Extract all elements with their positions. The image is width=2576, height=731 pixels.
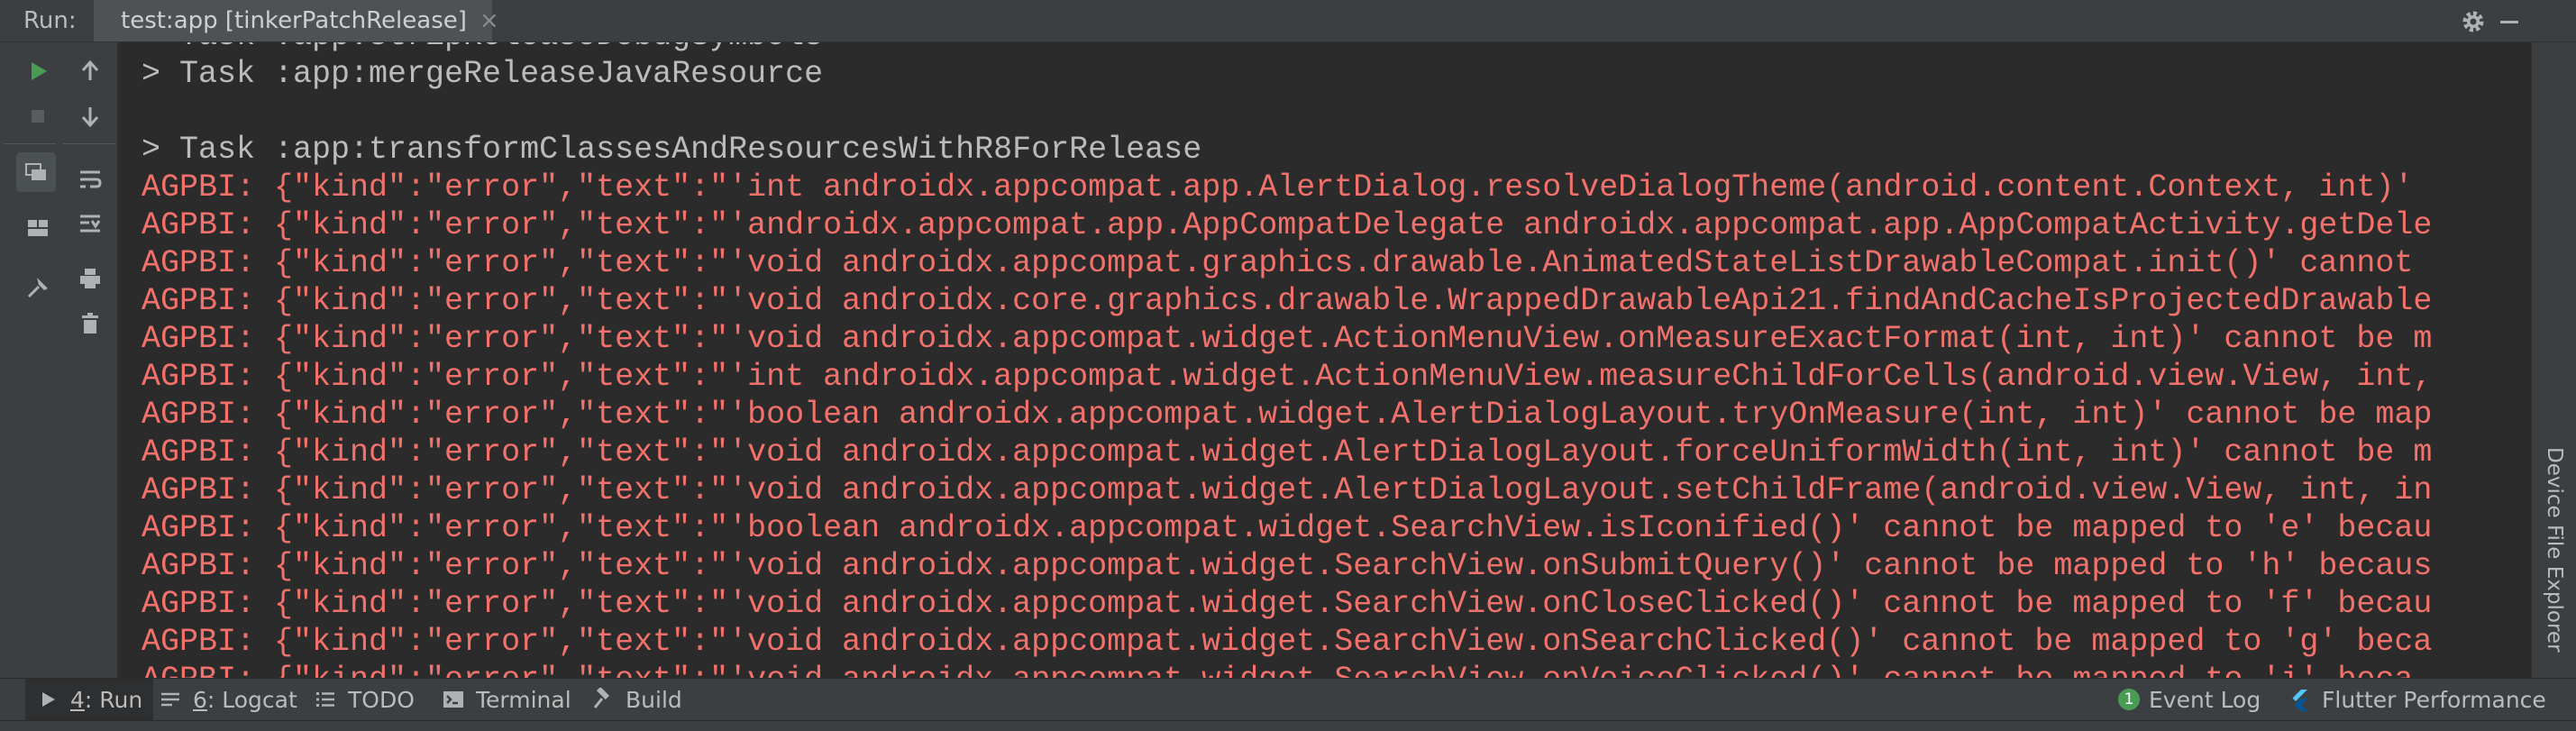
tab-todo-label: TODO: [348, 686, 415, 713]
run-toolbar: [0, 42, 118, 720]
console-error-line: AGPBI: {"kind":"error","text":"'void and…: [142, 586, 2433, 622]
tab-build[interactable]: Build: [591, 679, 682, 720]
trash-icon: [82, 313, 98, 334]
tab-flutter-performance[interactable]: Flutter Performance: [2288, 679, 2546, 720]
tab-event-log[interactable]: 1 Event Log: [2118, 679, 2261, 720]
gear-icon[interactable]: [2457, 5, 2489, 38]
list-icon: [316, 692, 334, 707]
pin-icon: [27, 278, 48, 298]
tab-event-log-label: Event Log: [2149, 686, 2261, 713]
run-button[interactable]: [18, 51, 58, 91]
console-task-line: > Task :app:stripReleaseDebugSymbols: [142, 42, 2432, 55]
scroll-up-button[interactable]: [70, 51, 110, 91]
console-error-line: AGPBI: {"kind":"error","text":"'int andr…: [142, 359, 2433, 395]
console-error-line: AGPBI: {"kind":"error","text":"'void and…: [142, 472, 2433, 508]
run-label: Run:: [23, 7, 77, 34]
scroll-down-icon: [81, 107, 99, 128]
run-config-title: test:app [tinkerPatchRelease]: [121, 7, 467, 34]
tab-logcat-mnemonic: 6: [193, 686, 207, 713]
tab-terminal[interactable]: Terminal: [442, 679, 571, 720]
flutter-icon: [2292, 690, 2307, 711]
console-output[interactable]: > Task :app:stripReleaseDebugSymbols> Ta…: [118, 42, 2530, 720]
run-tool-window-header: Run: test:app [tinkerPatchRelease] ×: [0, 0, 2576, 42]
clear-all-button[interactable]: [70, 304, 110, 343]
console-error-line: AGPBI: {"kind":"error","text":"'void and…: [142, 548, 2433, 584]
scroll-down-button[interactable]: [70, 96, 110, 136]
layout-button[interactable]: [18, 208, 58, 248]
console-error-line: AGPBI: {"kind":"error","text":"'void and…: [142, 283, 2433, 319]
console-error-line: AGPBI: {"kind":"error","text":"'void and…: [142, 321, 2433, 357]
console-error-line: AGPBI: {"kind":"error","text":"'void and…: [142, 624, 2433, 660]
run-icon: [32, 62, 47, 80]
scroll-to-end-button[interactable]: [70, 205, 110, 244]
tab-flutter-performance-label: Flutter Performance: [2322, 686, 2546, 713]
logcat-icon: [161, 692, 179, 707]
console-lines: > Task :app:stripReleaseDebugSymbols> Ta…: [142, 42, 2432, 699]
close-icon[interactable]: ×: [480, 7, 499, 34]
console-scrollbar[interactable]: [2507, 42, 2529, 720]
console-error-line: AGPBI: {"kind":"error","text":"'boolean …: [142, 510, 2433, 546]
run-icon: [42, 692, 55, 707]
tab-todo[interactable]: TODO: [314, 679, 415, 720]
run-config-tab[interactable]: test:app [tinkerPatchRelease] ×: [94, 0, 499, 41]
console-task-line: > Task :app:transformClassesAndResources…: [142, 132, 1202, 168]
tool-window-bar: 4: Run 6: Logcat TODO Terminal Build 1 E…: [0, 678, 2576, 720]
status-bar: [0, 720, 2576, 731]
tab-terminal-label: Terminal: [476, 686, 571, 713]
device-file-explorer-tab[interactable]: Device File Explorer: [2535, 433, 2574, 667]
tab-run-mnemonic: 4: [70, 686, 85, 713]
event-log-badge: 1: [2118, 689, 2140, 710]
print-icon: [80, 269, 100, 288]
restore-layout-button[interactable]: [16, 152, 56, 192]
device-file-explorer-label: Device File Explorer: [2543, 447, 2566, 653]
tab-logcat[interactable]: 6: Logcat: [159, 679, 297, 720]
console-error-line: AGPBI: {"kind":"error","text":"'androidx…: [142, 207, 2433, 243]
stop-button[interactable]: [18, 96, 58, 136]
tab-run-label: : Run: [84, 686, 143, 713]
pin-tab-button[interactable]: [18, 268, 58, 307]
layout-icon: [28, 220, 48, 236]
scroll-up-icon: [81, 59, 99, 80]
console-error-line: AGPBI: {"kind":"error","text":"'void and…: [142, 245, 2414, 281]
console-error-line: AGPBI: {"kind":"error","text":"'void and…: [142, 434, 2433, 471]
toolbar-divider: [63, 143, 115, 144]
restore-layout-icon: [25, 163, 46, 180]
hammer-icon: [593, 688, 610, 708]
toolbar-divider: [4, 143, 56, 144]
console-task-line: > Task :app:mergeReleaseJavaResource: [142, 56, 824, 92]
tab-build-label: Build: [626, 686, 682, 713]
scroll-to-end-icon: [80, 215, 101, 233]
minimize-icon[interactable]: [2493, 5, 2526, 38]
soft-wrap-button[interactable]: [70, 160, 110, 199]
tab-run[interactable]: 4: Run: [25, 679, 154, 720]
console-error-line: AGPBI: {"kind":"error","text":"'boolean …: [142, 397, 2433, 433]
console-error-line: AGPBI: {"kind":"error","text":"'int andr…: [142, 169, 2414, 206]
soft-wrap-icon: [80, 170, 102, 188]
terminal-icon: [443, 691, 463, 708]
print-button[interactable]: [70, 259, 110, 298]
stop-icon: [32, 110, 44, 123]
tab-logcat-label: : Logcat: [206, 686, 297, 713]
